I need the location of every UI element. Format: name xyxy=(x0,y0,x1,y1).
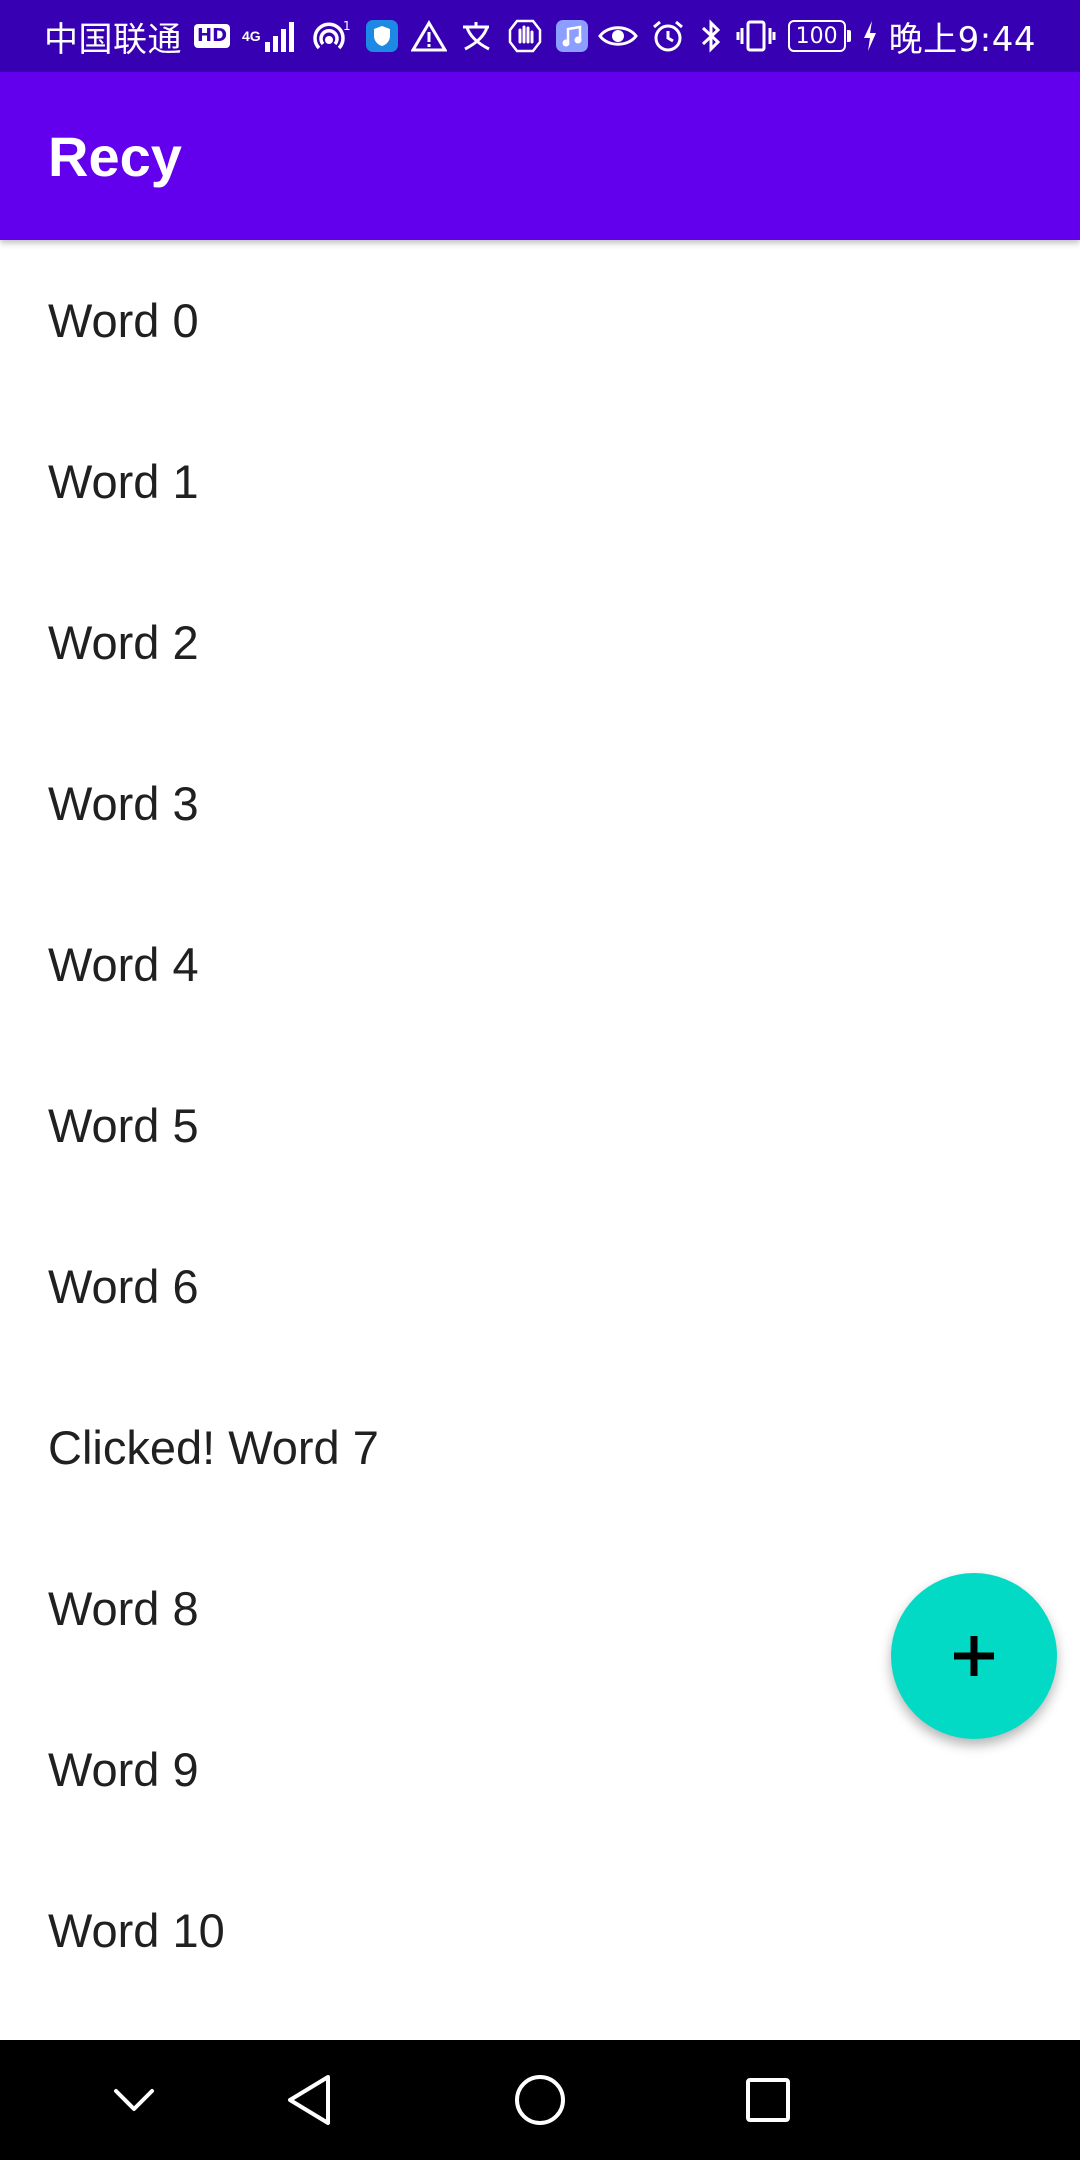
plus-icon xyxy=(954,1636,994,1676)
list-item[interactable]: Word 2 xyxy=(0,562,1080,723)
app-title: Recy xyxy=(48,124,182,188)
app-bar: Recy xyxy=(0,72,1080,240)
home-icon xyxy=(515,2075,565,2125)
status-bar: 中国联通 HD 4G 1 100 晚上9:44 xyxy=(0,0,1080,72)
signal-icon: 4G xyxy=(242,16,297,56)
list-item-label: Word 5 xyxy=(48,1099,199,1152)
hand-icon xyxy=(507,16,543,56)
list-item[interactable]: Word 3 xyxy=(0,723,1080,884)
alarm-icon xyxy=(650,16,686,56)
hd-icon: HD xyxy=(194,24,231,48)
translate-icon xyxy=(459,16,495,56)
network-type-label: 4G xyxy=(242,28,261,44)
list-item-label: Word 6 xyxy=(48,1260,199,1313)
list-item-label: Word 0 xyxy=(48,294,199,347)
list-item-label: Word 8 xyxy=(48,1582,199,1635)
chevron-down-icon xyxy=(114,2089,154,2111)
list-item-label: Word 9 xyxy=(48,1743,199,1796)
list-item-label: Word 1 xyxy=(48,455,199,508)
home-button[interactable] xyxy=(480,2040,600,2160)
hide-nav-button[interactable] xyxy=(74,2040,194,2160)
list-item[interactable]: Word 10 xyxy=(0,1850,1080,2011)
clock: 晚上9:44 xyxy=(888,19,1036,60)
list-item-label: Clicked! Word 7 xyxy=(48,1421,379,1474)
list-item[interactable]: Word 4 xyxy=(0,884,1080,1045)
back-button[interactable] xyxy=(249,2040,369,2160)
list-item-label: Word 2 xyxy=(48,616,199,669)
music-icon xyxy=(555,16,589,56)
battery-icon: 100 xyxy=(787,20,851,52)
list-item-label: Word 4 xyxy=(48,938,199,991)
vibrate-icon xyxy=(736,16,776,56)
eye-icon xyxy=(597,16,638,56)
battery-level: 100 xyxy=(787,20,846,52)
status-right: 100 晚上9:44 xyxy=(597,12,1036,61)
back-icon xyxy=(288,2075,330,2125)
recents-icon xyxy=(746,2078,790,2122)
navigation-bar xyxy=(0,2040,1080,2160)
battery-tip xyxy=(846,30,851,42)
bluetooth-icon xyxy=(698,16,724,56)
hotspot-icon: 1 xyxy=(309,16,353,56)
carrier-label: 中国联通 xyxy=(44,19,182,60)
svg-text:1: 1 xyxy=(343,19,351,33)
list-item-label: Word 3 xyxy=(48,777,199,830)
warning-icon xyxy=(410,16,447,56)
list-item[interactable]: Word 1 xyxy=(0,401,1080,562)
recents-button[interactable] xyxy=(708,2040,828,2160)
list-item[interactable]: Clicked! Word 7 xyxy=(0,1367,1080,1528)
list-item-label: Word 10 xyxy=(48,1904,225,1957)
charging-icon xyxy=(863,16,877,56)
add-button[interactable] xyxy=(891,1573,1057,1739)
list-item[interactable]: Word 0 xyxy=(0,240,1080,401)
list-item[interactable]: Word 6 xyxy=(0,1206,1080,1367)
shield-icon xyxy=(365,16,399,56)
list-item[interactable]: Word 5 xyxy=(0,1045,1080,1206)
word-list[interactable]: Word 0 Word 1 Word 2 Word 3 Word 4 Word … xyxy=(0,240,1080,2040)
status-left: 中国联通 HD 4G 1 xyxy=(44,12,589,61)
